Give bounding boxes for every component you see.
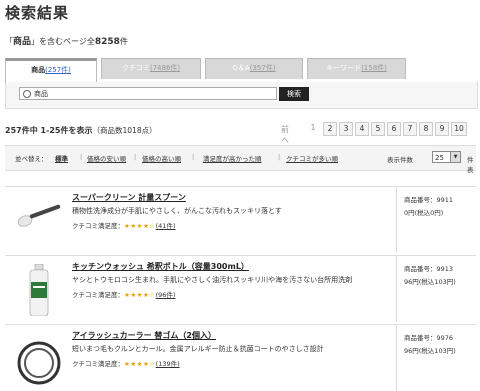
- product-name-link[interactable]: アイラッシュカーラー 替ゴム（2個入）: [72, 330, 216, 341]
- review-count-link[interactable]: (139件): [156, 360, 180, 368]
- count-label: 表示件数: [387, 156, 413, 164]
- sort-price-high[interactable]: 価格の高い順: [142, 153, 181, 163]
- product-item: アイラッシュカーラー 替ゴム（2個入） 短いまつ毛もクルンとカール。金属アレルギ…: [5, 324, 476, 391]
- tab-products[interactable]: 商品(257件): [5, 58, 97, 83]
- product-image-bottle[interactable]: [15, 263, 63, 317]
- sort-reviews[interactable]: クチコミが多い順: [286, 153, 338, 163]
- page-8[interactable]: 8: [419, 122, 433, 136]
- page-4[interactable]: 4: [355, 122, 369, 136]
- sort-bar: 並べ替え： 標準 | 価格の安い順 | 価格の高い順 | 満足度が高かった順 |…: [5, 145, 476, 174]
- tab-keywords[interactable]: キーワード(158件): [307, 58, 406, 79]
- product-number: 商品番号：9913: [404, 265, 454, 273]
- page-9[interactable]: 9: [435, 122, 449, 136]
- product-image-rubber[interactable]: [15, 333, 63, 385]
- product-rating: クチコミ満足度：★★★★☆(96件): [72, 291, 176, 299]
- review-count-link[interactable]: (41件): [156, 222, 176, 230]
- sort-standard[interactable]: 標準: [55, 153, 68, 163]
- sort-satisfaction[interactable]: 満足度が高かった順: [203, 153, 262, 163]
- page-2[interactable]: 2: [323, 122, 337, 136]
- result-subtitle: 「商品」を含むページ全8258件: [5, 37, 128, 47]
- tab-reviews[interactable]: クチコミ(7486件): [101, 58, 201, 79]
- product-number: 商品番号：9911: [404, 196, 454, 204]
- product-price: 96円(税込103円): [404, 278, 456, 286]
- page-title: 検索結果: [5, 4, 70, 22]
- product-price: 96円(税込103円): [404, 347, 456, 355]
- search-bar: 商品 検索: [5, 82, 478, 109]
- product-image-spoon[interactable]: [15, 195, 63, 247]
- result-summary: 257件中 1-25件を表示（商品数1018点）: [5, 126, 157, 135]
- count-select[interactable]: 25 ▼: [432, 151, 461, 163]
- product-desc: 積物性洗浄成分が手肌にやさしく、がんこな汚れもスッキリ落とす: [72, 207, 282, 215]
- product-rating: クチコミ満足度：★★★★☆(139件): [72, 360, 180, 368]
- prev-page-link[interactable]: 前へ: [281, 124, 289, 146]
- page-5[interactable]: 5: [371, 122, 385, 136]
- product-item: スーパークリーン 計量スプーン 積物性洗浄成分が手肌にやさしく、がんこな汚れもス…: [5, 186, 476, 253]
- page-10[interactable]: 10: [451, 122, 467, 136]
- product-desc: 短いまつ毛もクルンとカール。金属アレルギー防止＆抗菌コートのやさしさ設計: [72, 345, 324, 353]
- page-7[interactable]: 7: [403, 122, 417, 136]
- product-number: 商品番号：9976: [404, 334, 454, 342]
- sort-label: 並べ替え：: [15, 155, 48, 163]
- rating-stars: ★★★★☆: [124, 360, 156, 368]
- search-input[interactable]: 商品: [19, 87, 277, 100]
- product-side: 商品番号：9913 96円(税込103円): [396, 256, 477, 322]
- review-count-link[interactable]: (96件): [156, 291, 176, 299]
- page-6[interactable]: 6: [387, 122, 401, 136]
- search-button[interactable]: 検索: [279, 87, 309, 101]
- page-1: 1: [310, 123, 316, 132]
- product-side: 商品番号：9976 96円(税込103円): [396, 325, 477, 391]
- result-tabs: 商品(257件) クチコミ(7486件) Q＆A(357件) キーワード(158…: [5, 58, 476, 83]
- rating-stars: ★★★★☆: [124, 222, 156, 230]
- page-3[interactable]: 3: [339, 122, 353, 136]
- product-rating: クチコミ満足度：★★★★☆(41件): [72, 222, 176, 230]
- sort-price-low[interactable]: 価格の安い順: [87, 153, 126, 163]
- search-icon: [23, 90, 31, 98]
- chevron-down-icon: ▼: [450, 152, 460, 162]
- product-name-link[interactable]: キッチンウォッシュ 希釈ボトル（容量300mL）: [72, 261, 249, 272]
- rating-stars: ★★★★☆: [124, 291, 156, 299]
- product-desc: ヤシとトウモロコシ生まれ。手肌にやさしく油汚れスッキリ川や海を汚さない台所用洗剤: [72, 276, 353, 284]
- product-item: キッチンウォッシュ 希釈ボトル（容量300mL） ヤシとトウモロコシ生まれ。手肌…: [5, 255, 476, 322]
- product-name-link[interactable]: スーパークリーン 計量スプーン: [72, 192, 186, 203]
- product-price: 0円(税込0円): [404, 209, 444, 217]
- tab-qa[interactable]: Q＆A(357件): [205, 58, 303, 79]
- product-side: 商品番号：9911 0円(税込0円): [396, 187, 477, 253]
